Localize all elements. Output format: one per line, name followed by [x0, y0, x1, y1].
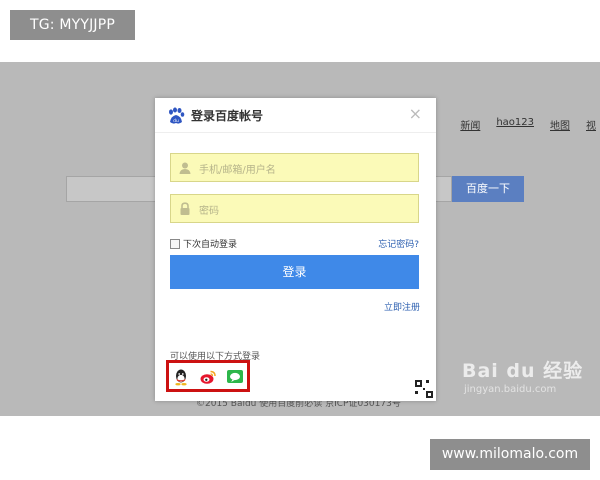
qr-code-icon[interactable] [414, 379, 434, 399]
remember-checkbox[interactable] [170, 238, 180, 249]
register-link[interactable]: 立即注册 [384, 300, 420, 313]
forgot-password-link[interactable]: 忘记密码? [378, 237, 419, 250]
overlay-tag-bottom: www.milomalo.com [430, 439, 590, 470]
overlay-tag-top: TG: MYYJJPP [10, 10, 135, 40]
user-icon [179, 162, 191, 174]
dialog-header: du 登录百度帐号 × [155, 98, 436, 133]
login-dialog: du 登录百度帐号 × 手机/邮箱/用户名 密码 下次自动登录 忘记密码? 登录… [155, 98, 436, 401]
nav-link-news[interactable]: 新闻 [460, 117, 480, 132]
nav-link-video[interactable]: 视 [586, 117, 596, 132]
username-placeholder: 手机/邮箱/用户名 [199, 165, 276, 176]
wechat-icon[interactable] [226, 368, 244, 386]
watermark: Bai du 经验 jingyan.baidu.com [460, 356, 595, 401]
nav-link-hao123[interactable]: hao123 [496, 117, 534, 132]
search-button[interactable]: 百度一下 [452, 176, 524, 202]
username-field[interactable]: 手机/邮箱/用户名 [170, 153, 419, 182]
qq-icon[interactable] [172, 368, 190, 386]
close-icon[interactable]: × [409, 106, 422, 122]
dialog-title: 登录百度帐号 [191, 109, 264, 123]
weibo-icon[interactable] [199, 368, 217, 386]
baidu-paw-icon: du [169, 107, 185, 124]
lock-icon [180, 202, 190, 215]
top-nav: 新闻 hao123 地图 视 [460, 117, 596, 132]
password-field[interactable]: 密码 [170, 194, 419, 223]
remember-me[interactable]: 下次自动登录 [170, 237, 237, 250]
login-button[interactable]: 登录 [170, 255, 419, 289]
watermark-sub: jingyan.baidu.com [464, 384, 557, 395]
nav-link-map[interactable]: 地图 [550, 117, 570, 132]
remember-label: 下次自动登录 [183, 240, 238, 250]
social-login-group [166, 360, 250, 392]
password-placeholder: 密码 [199, 206, 219, 217]
watermark-main: Bai du 经验 [462, 360, 584, 382]
svg-text:du: du [173, 118, 179, 124]
